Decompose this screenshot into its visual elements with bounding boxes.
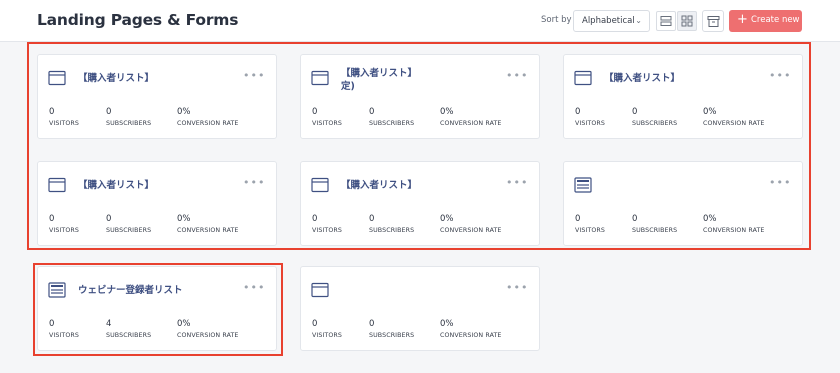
top-bar: Landing Pages & Forms Sort by Alphabetic…	[0, 0, 840, 42]
highlight-box-cards	[27, 42, 811, 250]
subscribers-count: 0	[369, 319, 375, 329]
create-new-label: Create new	[751, 15, 800, 25]
chevron-down-icon: ⌄	[635, 16, 642, 25]
conversion-stat: 0% CONVERSION RATE	[440, 319, 502, 339]
grid-view-button[interactable]	[677, 11, 697, 31]
archive-icon	[707, 16, 720, 27]
visitors-count: 0	[312, 319, 318, 329]
create-new-button[interactable]: + Create new	[729, 10, 802, 32]
form-card[interactable]: ••• 0 VISITORS 0 SUBSCRIBERS 0% CONVERSI…	[300, 266, 540, 351]
subscribers-stat: 0 SUBSCRIBERS	[369, 319, 414, 339]
visitors-stat: 0 VISITORS	[312, 319, 342, 339]
conversion-label: CONVERSION RATE	[440, 332, 502, 339]
page-title: Landing Pages & Forms	[37, 11, 239, 29]
sort-value: Alphabetical	[582, 16, 635, 26]
archive-button[interactable]	[702, 10, 724, 32]
list-view-icon	[660, 16, 672, 26]
sort-dropdown[interactable]: Alphabetical ⌄	[573, 10, 650, 32]
visitors-label: VISITORS	[312, 332, 342, 339]
highlight-box-webinar	[33, 263, 283, 356]
more-options-icon[interactable]: •••	[506, 281, 528, 294]
grid-view-icon	[681, 15, 693, 27]
subscribers-label: SUBSCRIBERS	[369, 332, 415, 339]
sort-label: Sort by	[541, 15, 572, 25]
form-icon	[311, 282, 329, 298]
conversion-rate: 0%	[440, 319, 454, 329]
list-view-button[interactable]	[656, 11, 676, 31]
plus-icon: +	[737, 12, 748, 27]
